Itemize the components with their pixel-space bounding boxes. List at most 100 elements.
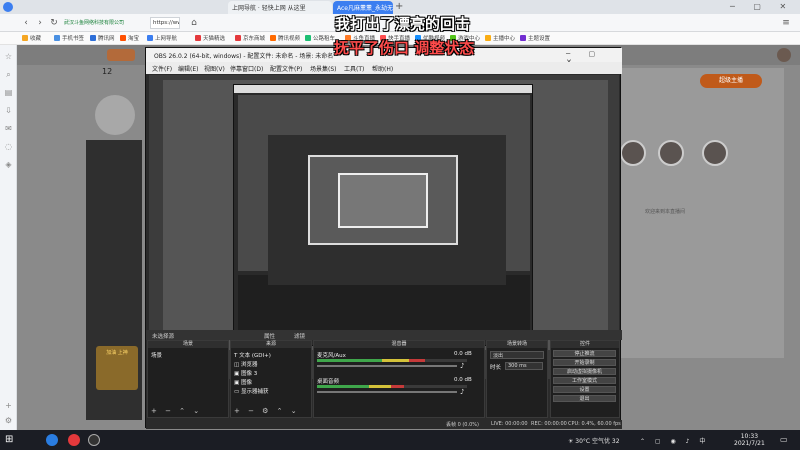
add-icon[interactable]: +: [3, 400, 14, 411]
speaker-icon[interactable]: ♪: [460, 388, 464, 396]
source-add-remove[interactable]: + − ⚙ ⌃ ⌄: [234, 407, 300, 415]
menu-tools[interactable]: 工具(T): [344, 64, 364, 73]
recursive-capture: [163, 80, 608, 350]
source-item[interactable]: T 文本 (GDI+): [234, 351, 271, 359]
exit-button[interactable]: 退出: [553, 395, 616, 402]
fan-avatar[interactable]: [702, 140, 728, 166]
browser-sidebar: ☆ ⌕ ▤ ⇩ ✉ ◌ ◈ + ⚙: [0, 45, 17, 430]
gift-badge[interactable]: 加油 上神: [96, 346, 138, 390]
mail-icon[interactable]: ✉: [3, 123, 14, 134]
forward-icon[interactable]: ›: [34, 17, 46, 29]
transition-select[interactable]: 淡出: [490, 351, 544, 359]
menu-view[interactable]: 视图(V): [204, 64, 225, 73]
url-input[interactable]: https://ww: [150, 17, 180, 29]
mixer-track-name: 桌面音频: [317, 379, 340, 385]
rank-banner[interactable]: 超级主播: [700, 74, 762, 88]
weather-widget[interactable]: ☀ 30°C 空气优 32: [568, 436, 620, 445]
fan-avatar[interactable]: [658, 140, 684, 166]
virtual-camera-button[interactable]: 启动虚拟摄像机: [553, 368, 616, 375]
download-icon[interactable]: ⇩: [3, 105, 14, 116]
menu-icon[interactable]: ≡: [780, 17, 792, 29]
back-icon[interactable]: ‹: [20, 17, 32, 29]
bookmark-item[interactable]: 天猫精选: [195, 34, 225, 42]
browser-tab-nav[interactable]: 上网导航 · 轻快上网 从这里: [228, 1, 332, 14]
chat-icon[interactable]: ◌: [3, 141, 14, 152]
duration-input[interactable]: 300 ms: [505, 362, 543, 370]
properties-button[interactable]: 属性: [264, 332, 275, 340]
source-label: 图像 3: [240, 371, 258, 377]
bookmark-item[interactable]: 腾讯网: [90, 34, 115, 42]
studio-mode-button[interactable]: 工作室模式: [553, 377, 616, 384]
start-recording-button[interactable]: 开始录制: [553, 359, 616, 366]
gift-badge-label: 加油 上神: [106, 350, 128, 356]
source-item[interactable]: ▣ 图像 3: [234, 369, 257, 377]
duration-label: 时长: [490, 365, 502, 371]
bookmark-item[interactable]: 腾讯视频: [270, 34, 300, 42]
recursive-capture-inner: [268, 135, 506, 285]
filters-button[interactable]: 滤镜: [294, 332, 305, 340]
new-tab-button[interactable]: +: [395, 1, 403, 12]
speaker-icon[interactable]: ♪: [460, 362, 464, 370]
mixer-track-name: 麦克风/Aux: [317, 353, 346, 359]
overlay-caption-2: 抚平了伤口 调整状态: [334, 39, 475, 57]
source-item[interactable]: ▭ 显示器捕获: [234, 387, 268, 395]
browser-tab-bar: 上网导航 · 轻快上网 从这里 Ace凡麻薰薰_永劫无间直播 + ─ ▢ ✕: [0, 0, 800, 14]
refresh-icon[interactable]: ↻: [48, 17, 60, 29]
douyu-task-icon[interactable]: [68, 434, 80, 446]
menu-profile[interactable]: 配置文件(P): [270, 64, 302, 73]
settings-button[interactable]: 设置: [553, 386, 616, 393]
mixer-dock: 混音器 麦克风/Aux 0.0 dB ♪ 桌面音频 0.0 dB ♪: [313, 340, 485, 418]
volume-slider[interactable]: [317, 365, 457, 367]
viewer-count: 12: [102, 67, 113, 76]
obs-status-bar: 丢帧 0 (0.0%) LIVE: 00:00:00 REC: 00:00:00…: [146, 420, 622, 429]
menu-help[interactable]: 帮助(H): [372, 64, 393, 73]
weather-text: 30°C 空气优 32: [575, 438, 620, 445]
fan-avatar[interactable]: [620, 140, 646, 166]
streamer-avatar[interactable]: [95, 95, 135, 135]
site-logo[interactable]: [107, 49, 135, 61]
source-item[interactable]: ◫ 浏览器: [234, 360, 257, 368]
bookmark-item[interactable]: 收藏: [22, 34, 41, 42]
menu-edit[interactable]: 编辑(E): [178, 64, 198, 73]
obs-menu-bar: 文件(F) 编辑(E) 视图(V) 停靠窗口(D) 配置文件(P) 场景集(S)…: [146, 62, 622, 74]
tray-icons[interactable]: ⌃ ▢ ◉ ♪ 中: [640, 436, 709, 445]
bookmark-item[interactable]: 淘宝: [120, 34, 139, 42]
notification-icon[interactable]: ▭: [780, 435, 788, 444]
bookmark-item[interactable]: 主播中心: [485, 34, 515, 42]
bookmark-item[interactable]: 上网导航: [147, 34, 177, 42]
star-icon[interactable]: ☆: [3, 51, 14, 62]
source-toolbar: 未选择源 属性 滤镜: [146, 330, 622, 340]
start-icon[interactable]: ⊞: [5, 434, 13, 446]
overlay-caption-1: 我打出了漂亮的回击: [335, 15, 471, 33]
game-icon[interactable]: ◈: [3, 159, 14, 170]
volume-slider[interactable]: [317, 391, 457, 393]
scenes-header: 场景: [148, 341, 228, 348]
menu-scene-collection[interactable]: 场景集(S): [310, 64, 337, 73]
search-icon[interactable]: ⌕: [3, 69, 14, 80]
menu-docks[interactable]: 停靠窗口(D): [230, 64, 263, 73]
bookmark-item[interactable]: 京东商城: [235, 34, 265, 42]
clock[interactable]: 10:33 2021/7/21: [734, 433, 765, 447]
bookmark-item[interactable]: 主题设置: [520, 34, 550, 42]
source-item[interactable]: ▣ 图像: [234, 378, 252, 386]
status-cpu: CPU: 0.4%, 60.00 fps: [568, 421, 621, 427]
site-security-label: 武汉斗鱼网络科技有限公司: [64, 20, 125, 26]
home-icon[interactable]: ⌂: [188, 17, 200, 29]
stop-streaming-button[interactable]: 停止推流: [553, 350, 616, 357]
obs-task-icon[interactable]: [88, 434, 100, 446]
source-label: 浏览器: [240, 362, 258, 368]
browser-logo-icon[interactable]: [3, 2, 13, 12]
clock-time: 10:33: [740, 433, 759, 440]
note-icon[interactable]: ▤: [3, 87, 14, 98]
bookmark-item[interactable]: 手机书签: [54, 34, 84, 42]
scene-item[interactable]: 场景: [151, 351, 162, 359]
mixer-meter-track: [317, 385, 467, 388]
settings-icon[interactable]: ⚙: [3, 415, 14, 426]
user-avatar[interactable]: [777, 48, 791, 62]
scene-add-remove[interactable]: + − ⌃ ⌄: [151, 407, 202, 415]
controls-dock: 控件 停止推流 开始录制 启动虚拟摄像机 工作室模式 设置 退出: [550, 340, 620, 418]
bookmark-item[interactable]: 公路租车: [305, 34, 335, 42]
window-controls[interactable]: ─ ▢ ✕: [730, 2, 794, 11]
browser-task-icon[interactable]: [46, 434, 58, 446]
menu-file[interactable]: 文件(F): [152, 64, 172, 73]
